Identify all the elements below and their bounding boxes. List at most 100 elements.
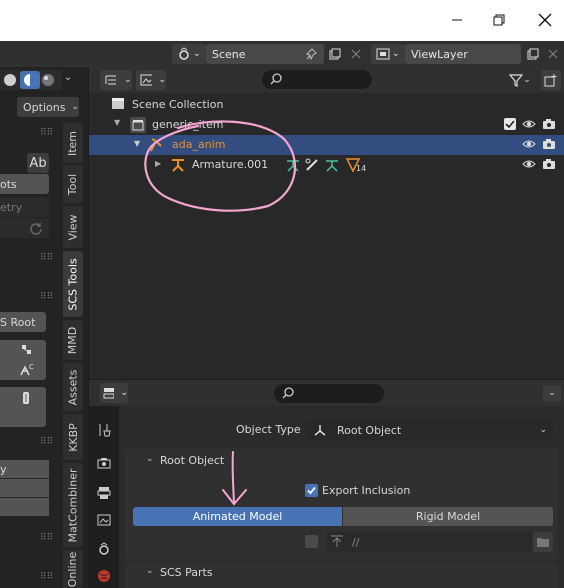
checkmark-icon (307, 486, 316, 495)
scene-collection-label: Scene Collection (132, 97, 224, 111)
path-input[interactable]: // (326, 532, 532, 552)
tab-online[interactable]: Online (63, 550, 83, 588)
tab-item[interactable]: Item (63, 123, 83, 163)
path-checkbox[interactable] (305, 535, 318, 548)
delete-viewlayer-button[interactable] (542, 44, 564, 64)
scene-collection-row[interactable]: Scene Collection (111, 97, 223, 111)
viewlayer-selector-button[interactable]: ⌄ (371, 44, 405, 64)
tab-kkbp[interactable]: KKBP (63, 414, 83, 460)
text-tool-icon[interactable]: Ab (27, 153, 49, 173)
window-title-bar (0, 0, 564, 41)
tab-mmd[interactable]: MMD (63, 320, 83, 360)
panel-grip-icon[interactable]: ⠿⠿ (40, 533, 53, 543)
y-field[interactable]: y (0, 460, 49, 478)
annotation-circle-icon (144, 120, 297, 212)
refresh-button[interactable] (0, 218, 49, 238)
chevron-down-icon[interactable]: ⌄ (543, 385, 561, 401)
tool-settings-icon[interactable] (94, 420, 114, 440)
options-dropdown[interactable]: Options ⌄ (17, 97, 79, 117)
viewlayer-name: ViewLayer (411, 47, 468, 61)
chevron-down-icon[interactable]: ⌄ (146, 454, 154, 464)
y-label: y (0, 462, 7, 476)
view-layer-icon[interactable] (94, 510, 114, 530)
tab-online-label: Online (66, 551, 80, 587)
x-icon (548, 49, 558, 59)
new-viewlayer-button[interactable] (522, 44, 544, 64)
chevron-down-icon: ⌄ (158, 75, 166, 85)
object-type-value: Root Object (337, 423, 402, 437)
chevron-down-icon[interactable]: ⌄ (58, 72, 78, 88)
filter-button[interactable]: ⌄ (505, 71, 535, 89)
camera-icon[interactable] (542, 117, 556, 134)
chevron-down-icon: ⌄ (523, 75, 531, 85)
viewlayer-name-field[interactable]: ViewLayer (405, 44, 521, 64)
new-collection-button[interactable] (541, 70, 561, 90)
animated-model-button[interactable]: Animated Model (133, 507, 342, 526)
chevron-down-icon: ⌄ (124, 75, 132, 85)
outliner-search-input[interactable] (262, 70, 372, 89)
armature-c-icon[interactable]: C (15, 360, 37, 380)
exclude-checkbox[interactable] (504, 118, 516, 130)
pose-data-icon (324, 157, 340, 176)
close-window-button[interactable] (535, 10, 555, 30)
material-shading-icon[interactable] (20, 71, 40, 89)
delete-scene-button[interactable] (345, 44, 367, 64)
scs-parts-panel-title[interactable]: SCS Parts (160, 566, 213, 579)
svg-text:C: C (29, 363, 34, 371)
properties-editor-type-button[interactable]: ⌄ (100, 383, 128, 403)
solid-shading-icon[interactable] (2, 72, 18, 88)
rendered-shading-icon[interactable] (40, 72, 56, 88)
root-object-panel-title[interactable]: Root Object (160, 454, 224, 467)
annotation-arrow-icon (222, 451, 247, 506)
tab-matcombiner[interactable]: MatCombiner (63, 463, 83, 547)
chevron-down-icon[interactable]: ⌄ (146, 566, 154, 576)
panel-grip-icon[interactable]: ⠿⠿ (40, 572, 53, 582)
pin-icon[interactable] (304, 46, 320, 62)
root-button[interactable]: S Root (0, 312, 46, 332)
rigid-model-button[interactable]: Rigid Model (343, 507, 553, 526)
object-type-dropdown[interactable]: Root Object ⌄ (305, 420, 553, 440)
field-row-2[interactable] (0, 479, 49, 497)
expand-arrow-icon[interactable]: ▼ (114, 118, 120, 127)
tab-tool[interactable]: Tool (63, 165, 83, 203)
search-icon (270, 73, 282, 85)
properties-search-input[interactable] (274, 384, 384, 403)
new-scene-button[interactable] (324, 44, 346, 64)
bone-select-icon[interactable] (15, 340, 37, 360)
duplicate-icon (329, 48, 341, 60)
chevron-down-icon: ⌄ (71, 102, 79, 112)
world-icon[interactable] (94, 566, 114, 586)
output-icon[interactable] (94, 483, 114, 503)
panel-grip-icon[interactable]: ⠿⠿ (40, 437, 53, 447)
tab-assets[interactable]: Assets (63, 363, 83, 411)
tab-scs-tools[interactable]: SCS Tools (63, 251, 83, 317)
panel-grip-icon[interactable]: ⠿⠿ (40, 128, 53, 138)
close-icon (538, 13, 552, 27)
minimize-button[interactable] (447, 10, 467, 30)
editor-type-button[interactable]: ⌄ (100, 70, 132, 90)
panel-grip-icon[interactable]: ⠿⠿ (40, 292, 53, 302)
etry-field: etry (0, 197, 49, 217)
panel-grip-icon[interactable]: ⠿⠿ (40, 253, 53, 263)
scene-selector-button[interactable]: ⌄ (172, 44, 206, 64)
eye-icon[interactable] (522, 157, 536, 174)
render-icon[interactable] (94, 453, 114, 473)
ots-button[interactable]: ots (0, 174, 49, 194)
render-layers-icon (376, 48, 390, 60)
display-mode-button[interactable]: ⌄ (136, 70, 166, 90)
tab-view-label: View (66, 213, 80, 241)
tab-view[interactable]: View (63, 206, 83, 248)
path-value: // (352, 535, 360, 549)
eye-icon[interactable] (522, 137, 536, 154)
eye-icon[interactable] (522, 117, 536, 134)
mesh-icon[interactable] (15, 389, 37, 407)
restore-button[interactable] (489, 10, 509, 30)
tab-matcombiner-label: MatCombiner (66, 468, 80, 542)
camera-icon[interactable] (542, 137, 556, 154)
x-icon (351, 49, 361, 59)
export-inclusion-checkbox[interactable] (305, 484, 318, 497)
scene-icon[interactable] (94, 539, 114, 559)
folder-button[interactable] (533, 532, 553, 552)
field-row-3[interactable] (0, 498, 49, 516)
camera-icon[interactable] (542, 157, 556, 174)
